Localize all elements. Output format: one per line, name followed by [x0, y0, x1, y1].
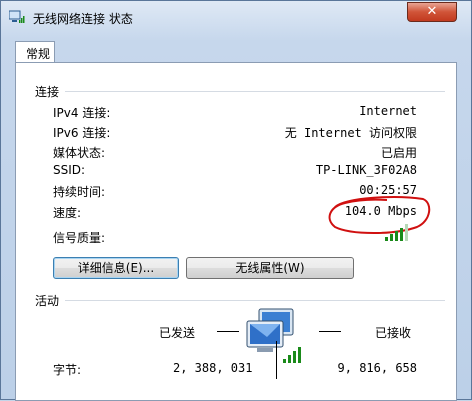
ipv6-value: 无 Internet 访问权限 [284, 126, 417, 140]
media-state-value: 已启用 [380, 146, 417, 160]
ipv4-label: IPv4 连接: [53, 106, 111, 120]
bytes-label: 字节: [53, 363, 82, 377]
tab-general[interactable]: 常规 [15, 41, 55, 63]
bytes-sent-value: 2, 388, 031 [173, 361, 253, 375]
tab-label: 常规 [26, 47, 51, 61]
media-state-label: 媒体状态: [53, 146, 106, 160]
status-window: 无线网络连接 状态 ✕ 常规 连接 IPv4 连接: Internet IPv6… [0, 0, 472, 401]
speed-label: 速度: [53, 206, 82, 220]
wireless-network-icon [8, 10, 25, 24]
ipv4-value: Internet [359, 104, 417, 118]
duration-label: 持续时间: [53, 185, 106, 199]
activity-group-title: 活动 [35, 294, 60, 308]
close-icon: ✕ [426, 4, 438, 19]
sent-label: 已发送 [159, 326, 196, 340]
received-label: 已接收 [375, 326, 412, 340]
wireless-properties-button[interactable]: 无线属性(W) [186, 257, 354, 279]
ipv6-label: IPv6 连接: [53, 126, 111, 140]
connection-group-title: 连接 [35, 85, 60, 99]
window-title: 无线网络连接 状态 [33, 12, 133, 26]
details-button[interactable]: 详细信息(E)... [53, 257, 179, 279]
close-button[interactable]: ✕ [407, 2, 457, 22]
connection-divider [65, 91, 445, 92]
network-computers-icon [245, 307, 309, 382]
sent-line [217, 331, 239, 332]
bytes-received-value: 9, 816, 658 [337, 361, 417, 375]
activity-divider [65, 300, 445, 301]
signal-strength-icon [385, 223, 415, 241]
red-circle-annotation [328, 196, 431, 234]
ssid-value: TP-LINK_3F02A8 [315, 163, 417, 177]
ssid-label: SSID: [53, 163, 86, 177]
title-bar: 无线网络连接 状态 ✕ [1, 1, 471, 33]
received-line [319, 331, 341, 332]
signal-label: 信号质量: [53, 231, 106, 245]
